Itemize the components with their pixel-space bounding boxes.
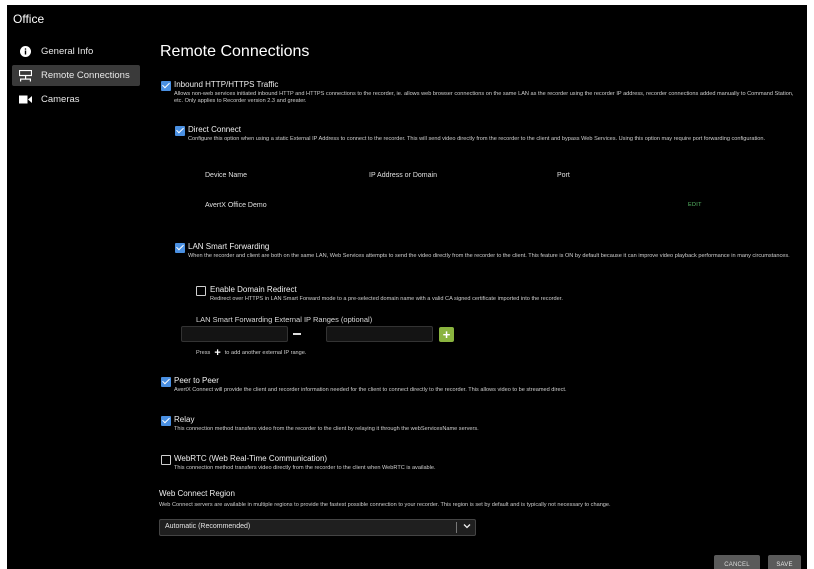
inbound-traffic-desc: Allows non-web services initiated inboun…	[174, 91, 794, 104]
save-button[interactable]: SAVE	[768, 555, 801, 569]
sidebar-item-label: Cameras	[41, 94, 80, 105]
edit-device-link[interactable]: EDIT	[688, 202, 702, 208]
relay-title: Relay	[174, 415, 195, 424]
info-icon	[18, 46, 32, 58]
region-title: Web Connect Region	[159, 489, 235, 498]
cancel-button[interactable]: CANCEL	[714, 555, 760, 569]
main-panel: Remote Connections Inbound HTTP/HTTPS Tr…	[159, 5, 804, 569]
sidebar-item-cameras[interactable]: Cameras	[12, 89, 140, 110]
sidebar-item-label: General Info	[41, 46, 94, 57]
range-dash	[293, 333, 301, 335]
column-header-port: Port	[557, 172, 570, 179]
sidebar-item-general-info[interactable]: General Info	[12, 41, 140, 62]
region-desc: Web Connect servers are available in mul…	[159, 502, 611, 508]
sidebar-item-label: Remote Connections	[41, 70, 130, 81]
ip-range-start-input[interactable]	[181, 326, 288, 342]
direct-connect-desc: Configure this option when using a stati…	[188, 136, 766, 142]
sidebar-item-remote-connections[interactable]: Remote Connections	[12, 65, 140, 86]
domain-redirect-checkbox[interactable]	[196, 286, 206, 296]
relay-desc: This connection method transfers video f…	[174, 426, 479, 432]
webrtc-title: WebRTC (Web Real-Time Communication)	[174, 454, 328, 463]
peer-to-peer-title: Peer to Peer	[174, 376, 219, 385]
direct-connect-checkbox[interactable]	[175, 126, 185, 136]
region-select-value: Automatic (Recommended)	[165, 523, 251, 530]
region-select[interactable]: Automatic (Recommended)	[159, 519, 476, 536]
app-window: Office General Info Remote Connections C…	[7, 5, 807, 569]
ip-range-end-input[interactable]	[326, 326, 433, 342]
lan-forwarding-title: LAN Smart Forwarding	[188, 242, 270, 251]
table-row-device-name: AvertX Office Demo	[205, 202, 267, 209]
app-title: Office	[13, 12, 45, 26]
inbound-traffic-checkbox[interactable]	[161, 81, 171, 91]
inbound-traffic-title: Inbound HTTP/HTTPS Traffic	[174, 80, 279, 89]
domain-redirect-desc: Redirect over HTTPS in LAN Smart Forward…	[210, 296, 563, 302]
peer-to-peer-checkbox[interactable]	[161, 377, 171, 387]
direct-connect-title: Direct Connect	[188, 125, 241, 134]
add-range-hint: Press + to add another external IP range…	[196, 347, 307, 359]
camera-icon	[18, 94, 32, 106]
domain-redirect-title: Enable Domain Redirect	[210, 285, 297, 294]
add-ip-range-button[interactable]: +	[439, 327, 454, 342]
plus-icon: +	[214, 347, 221, 359]
peer-to-peer-desc: AvertX Connect will provide the client a…	[174, 387, 567, 393]
webrtc-checkbox[interactable]	[161, 455, 171, 465]
ip-ranges-label: LAN Smart Forwarding External IP Ranges …	[196, 315, 373, 324]
page-title: Remote Connections	[160, 43, 310, 60]
webrtc-desc: This connection method transfers video d…	[174, 465, 436, 471]
column-header-device: Device Name	[205, 172, 248, 179]
hint-pre-text: Press	[196, 350, 211, 356]
select-divider	[456, 522, 457, 533]
lan-forwarding-desc: When the recorder and client are both on…	[188, 253, 790, 259]
network-icon	[18, 69, 32, 82]
column-header-ip: IP Address or Domain	[369, 172, 437, 179]
hint-post-text: to add another external IP range.	[224, 350, 307, 356]
lan-forwarding-checkbox[interactable]	[175, 243, 185, 253]
relay-checkbox[interactable]	[161, 416, 171, 426]
chevron-down-icon	[463, 523, 471, 531]
